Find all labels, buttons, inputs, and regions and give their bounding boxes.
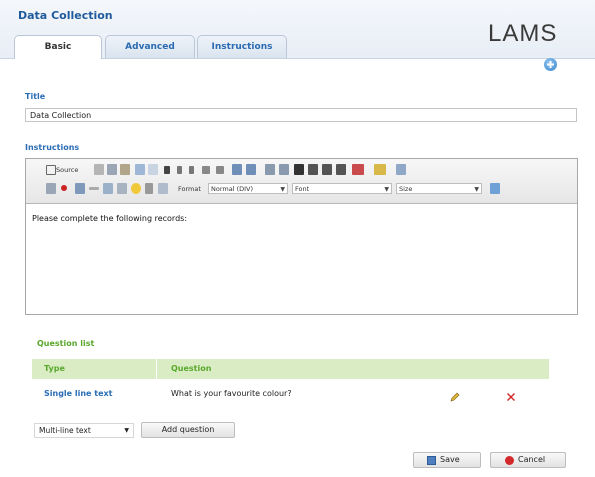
toolbar-row-1: Source xyxy=(32,163,572,179)
align-left-icon[interactable] xyxy=(294,164,304,175)
toolbar-row-2: Format Normal (DIV) ▼ Font ▼ Size ▼ xyxy=(32,182,572,198)
unordered-list-icon[interactable] xyxy=(246,164,256,175)
redo-icon[interactable] xyxy=(148,164,158,175)
size-select-value: Size xyxy=(399,185,413,193)
chevron-down-icon: ▼ xyxy=(474,186,479,193)
cancel-icon xyxy=(505,456,514,465)
bold-icon[interactable] xyxy=(164,166,170,174)
ordered-list-icon[interactable] xyxy=(232,164,242,175)
rich-text-editor: Source Format Normal (DIV) ▼ Font ▼ Size… xyxy=(25,158,578,315)
question-type-select[interactable]: Multi-line text ▼ xyxy=(34,423,134,438)
edit-icon[interactable] xyxy=(450,387,460,406)
maximize-icon[interactable] xyxy=(490,183,500,194)
save-button-label: Save xyxy=(440,455,460,464)
table-icon[interactable] xyxy=(75,183,85,194)
help-icon[interactable] xyxy=(544,58,557,71)
align-right-icon[interactable] xyxy=(322,164,332,175)
text-color-icon[interactable] xyxy=(352,164,364,175)
template-icon[interactable] xyxy=(117,183,127,194)
title-input[interactable] xyxy=(25,108,577,122)
link-icon[interactable] xyxy=(396,164,406,175)
font-select-value: Font xyxy=(295,185,310,193)
align-justify-icon[interactable] xyxy=(336,164,346,175)
instructions-label: Instructions xyxy=(25,143,80,152)
chevron-down-icon: ▼ xyxy=(384,186,389,193)
tab-instructions[interactable]: Instructions xyxy=(197,35,287,58)
header-question: Question xyxy=(171,364,212,373)
indent-icon[interactable] xyxy=(279,164,289,175)
chevron-down-icon: ▼ xyxy=(124,427,129,434)
outdent-icon[interactable] xyxy=(265,164,275,175)
save-icon xyxy=(427,456,436,465)
background-color-icon[interactable] xyxy=(374,164,386,175)
title-label: Title xyxy=(25,92,46,101)
copy-icon[interactable] xyxy=(107,164,117,175)
question-text: What is your favourite colour? xyxy=(171,389,292,398)
superscript-icon[interactable] xyxy=(216,166,224,174)
smiley-icon[interactable] xyxy=(131,183,141,194)
flash-icon[interactable] xyxy=(61,185,67,191)
undo-icon[interactable] xyxy=(135,164,145,175)
app-title: Data Collection xyxy=(18,9,113,22)
italic-icon[interactable] xyxy=(177,166,182,174)
page-break-icon[interactable] xyxy=(158,183,168,194)
header: Data Collection LAMS Basic Advanced Inst… xyxy=(0,0,595,59)
header-divider xyxy=(156,359,157,379)
special-char-icon[interactable] xyxy=(145,183,153,194)
delete-icon[interactable] xyxy=(506,387,516,406)
format-select-value: Normal (DIV) xyxy=(211,185,254,193)
cut-icon[interactable] xyxy=(94,164,104,175)
horizontal-rule-icon[interactable] xyxy=(89,187,99,190)
source-icon[interactable] xyxy=(46,165,56,175)
paste-icon[interactable] xyxy=(120,164,130,175)
question-type-link[interactable]: Single line text xyxy=(44,389,113,398)
align-center-icon[interactable] xyxy=(308,164,318,175)
tab-advanced[interactable]: Advanced xyxy=(105,35,195,58)
source-button[interactable]: Source xyxy=(56,166,78,174)
size-select[interactable]: Size ▼ xyxy=(396,183,482,194)
editor-content[interactable]: Please complete the following records: xyxy=(32,214,187,223)
subscript-icon[interactable] xyxy=(202,166,210,174)
save-button[interactable]: Save xyxy=(413,452,481,468)
format-select[interactable]: Normal (DIV) ▼ xyxy=(208,183,288,194)
underline-icon[interactable] xyxy=(189,166,194,174)
header-type: Type xyxy=(44,364,65,373)
lams-logo: LAMS xyxy=(488,20,558,47)
question-list-label: Question list xyxy=(37,339,95,348)
cancel-button[interactable]: Cancel xyxy=(490,452,566,468)
question-type-select-value: Multi-line text xyxy=(39,426,91,435)
add-question-button[interactable]: Add question xyxy=(141,422,235,438)
font-select[interactable]: Font ▼ xyxy=(292,183,392,194)
table-row: Single line text What is your favourite … xyxy=(32,381,549,403)
cancel-button-label: Cancel xyxy=(518,455,546,464)
chevron-down-icon: ▼ xyxy=(280,186,285,193)
format-label: Format xyxy=(178,185,201,193)
tab-basic[interactable]: Basic xyxy=(14,35,102,59)
image-icon[interactable] xyxy=(46,183,56,194)
page: Data Collection LAMS Basic Advanced Inst… xyxy=(0,0,595,477)
editor-toolbar: Source Format Normal (DIV) ▼ Font ▼ Size… xyxy=(26,159,577,204)
iframe-icon[interactable] xyxy=(103,183,113,194)
table-header: Type Question xyxy=(32,359,549,379)
